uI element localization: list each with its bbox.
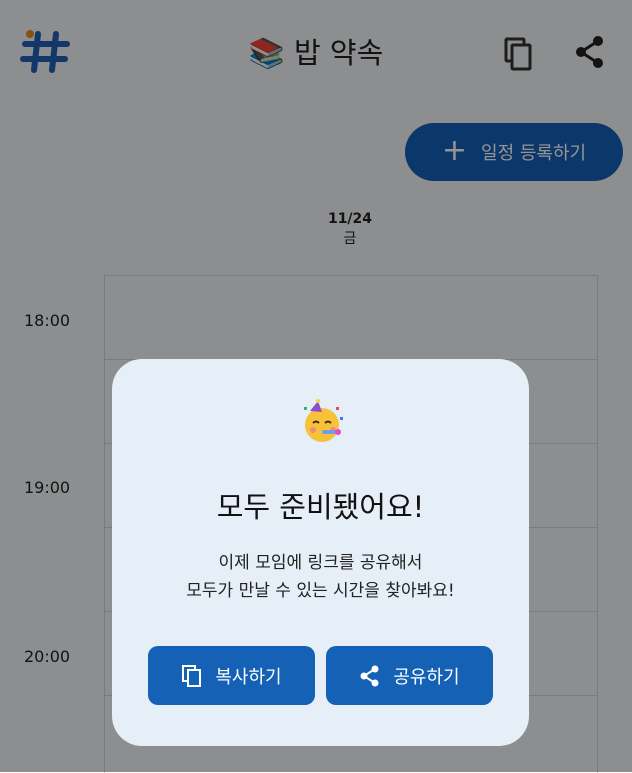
party-face-icon bbox=[298, 399, 346, 447]
share-button-label: 공유하기 bbox=[393, 666, 460, 688]
dialog-message-line1: 이제 모임에 링크를 공유해서 bbox=[218, 553, 423, 573]
dialog-message: 이제 모임에 링크를 공유해서 모두가 만날 수 있는 시간을 찾아봐요! bbox=[112, 549, 529, 605]
share-icon bbox=[360, 665, 379, 686]
ready-dialog: 모두 준비됐어요! 이제 모임에 링크를 공유해서 모두가 만날 수 있는 시간… bbox=[112, 359, 529, 746]
copy-button[interactable]: 복사하기 bbox=[148, 646, 315, 705]
copy-icon bbox=[182, 664, 202, 687]
dialog-title: 모두 준비됐어요! bbox=[216, 490, 425, 524]
dialog-message-line2: 모두가 만날 수 있는 시간을 찾아봐요! bbox=[186, 581, 455, 601]
share-link-button[interactable]: 공유하기 bbox=[326, 646, 493, 705]
copy-button-label: 복사하기 bbox=[215, 666, 282, 688]
